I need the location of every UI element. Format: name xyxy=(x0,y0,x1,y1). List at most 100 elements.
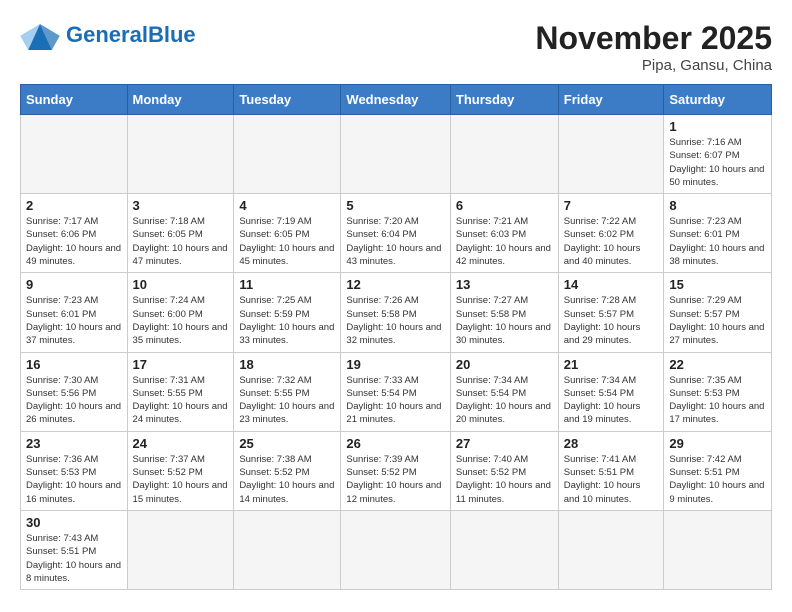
day-info: Sunrise: 7:31 AM Sunset: 5:55 PM Dayligh… xyxy=(133,374,229,427)
day-number: 24 xyxy=(133,436,229,451)
day-info: Sunrise: 7:30 AM Sunset: 5:56 PM Dayligh… xyxy=(26,374,122,427)
day-number: 12 xyxy=(346,277,444,292)
header-cell-saturday: Saturday xyxy=(664,85,772,115)
day-number: 4 xyxy=(239,198,335,213)
day-cell: 15 Sunrise: 7:29 AM Sunset: 5:57 PM Dayli… xyxy=(664,273,772,352)
day-number: 3 xyxy=(133,198,229,213)
day-cell: 14 Sunrise: 7:28 AM Sunset: 5:57 PM Dayli… xyxy=(558,273,664,352)
day-cell: 26Sunrise: 7:39 AM Sunset: 5:52 PM Dayli… xyxy=(341,431,450,510)
logo-general: General xyxy=(66,22,148,47)
day-info: Sunrise: 7:28 AM Sunset: 5:57 PM Dayligh… xyxy=(564,294,659,347)
day-number: 1 xyxy=(669,119,766,134)
day-cell: 17 Sunrise: 7:31 AM Sunset: 5:55 PM Dayli… xyxy=(127,352,234,431)
day-cell: 1 Sunrise: 7:16 AM Sunset: 6:07 PM Daylig… xyxy=(664,115,772,194)
day-cell: 3Sunrise: 7:18 AM Sunset: 6:05 PM Daylig… xyxy=(127,194,234,273)
day-info: Sunrise: 7:17 AM Sunset: 6:06 PM Dayligh… xyxy=(26,215,122,268)
header-cell-wednesday: Wednesday xyxy=(341,85,450,115)
day-info: Sunrise: 7:40 AM Sunset: 5:52 PM Dayligh… xyxy=(456,453,553,506)
day-cell: 28 Sunrise: 7:41 AM Sunset: 5:51 PM Dayli… xyxy=(558,431,664,510)
day-number: 22 xyxy=(669,357,766,372)
day-info: Sunrise: 7:23 AM Sunset: 6:01 PM Dayligh… xyxy=(669,215,766,268)
day-number: 11 xyxy=(239,277,335,292)
week-row-0: 1 Sunrise: 7:16 AM Sunset: 6:07 PM Daylig… xyxy=(21,115,772,194)
day-number: 17 xyxy=(133,357,229,372)
day-number: 18 xyxy=(239,357,335,372)
day-number: 25 xyxy=(239,436,335,451)
day-cell xyxy=(450,510,558,589)
day-info: Sunrise: 7:36 AM Sunset: 5:53 PM Dayligh… xyxy=(26,453,122,506)
day-cell: 30Sunrise: 7:43 AM Sunset: 5:51 PM Dayli… xyxy=(21,510,128,589)
day-cell xyxy=(558,115,664,194)
day-number: 13 xyxy=(456,277,553,292)
day-info: Sunrise: 7:16 AM Sunset: 6:07 PM Dayligh… xyxy=(669,136,766,189)
day-info: Sunrise: 7:41 AM Sunset: 5:51 PM Dayligh… xyxy=(564,453,659,506)
day-number: 16 xyxy=(26,357,122,372)
day-cell xyxy=(127,115,234,194)
day-number: 5 xyxy=(346,198,444,213)
day-cell: 4Sunrise: 7:19 AM Sunset: 6:05 PM Daylig… xyxy=(234,194,341,273)
day-cell: 29 Sunrise: 7:42 AM Sunset: 5:51 PM Dayli… xyxy=(664,431,772,510)
day-number: 30 xyxy=(26,515,122,530)
week-row-2: 9Sunrise: 7:23 AM Sunset: 6:01 PM Daylig… xyxy=(21,273,772,352)
day-cell: 12 Sunrise: 7:26 AM Sunset: 5:58 PM Dayli… xyxy=(341,273,450,352)
day-cell: 23 Sunrise: 7:36 AM Sunset: 5:53 PM Dayli… xyxy=(21,431,128,510)
header-cell-tuesday: Tuesday xyxy=(234,85,341,115)
day-cell: 18 Sunrise: 7:32 AM Sunset: 5:55 PM Dayli… xyxy=(234,352,341,431)
day-number: 2 xyxy=(26,198,122,213)
day-info: Sunrise: 7:35 AM Sunset: 5:53 PM Dayligh… xyxy=(669,374,766,427)
title-block: November 2025 Pipa, Gansu, China xyxy=(535,20,772,74)
day-cell xyxy=(127,510,234,589)
week-row-5: 30Sunrise: 7:43 AM Sunset: 5:51 PM Dayli… xyxy=(21,510,772,589)
day-cell: 27Sunrise: 7:40 AM Sunset: 5:52 PM Dayli… xyxy=(450,431,558,510)
day-number: 9 xyxy=(26,277,122,292)
day-cell: 16 Sunrise: 7:30 AM Sunset: 5:56 PM Dayli… xyxy=(21,352,128,431)
day-number: 23 xyxy=(26,436,122,451)
location: Pipa, Gansu, China xyxy=(535,57,772,74)
day-number: 8 xyxy=(669,198,766,213)
day-info: Sunrise: 7:37 AM Sunset: 5:52 PM Dayligh… xyxy=(133,453,229,506)
day-info: Sunrise: 7:34 AM Sunset: 5:54 PM Dayligh… xyxy=(456,374,553,427)
month-year: November 2025 xyxy=(535,20,772,57)
day-cell xyxy=(234,115,341,194)
day-info: Sunrise: 7:29 AM Sunset: 5:57 PM Dayligh… xyxy=(669,294,766,347)
header-cell-monday: Monday xyxy=(127,85,234,115)
day-number: 21 xyxy=(564,357,659,372)
header-cell-sunday: Sunday xyxy=(21,85,128,115)
day-info: Sunrise: 7:24 AM Sunset: 6:00 PM Dayligh… xyxy=(133,294,229,347)
day-info: Sunrise: 7:25 AM Sunset: 5:59 PM Dayligh… xyxy=(239,294,335,347)
day-number: 14 xyxy=(564,277,659,292)
day-cell: 24 Sunrise: 7:37 AM Sunset: 5:52 PM Dayli… xyxy=(127,431,234,510)
day-info: Sunrise: 7:39 AM Sunset: 5:52 PM Dayligh… xyxy=(346,453,444,506)
day-info: Sunrise: 7:42 AM Sunset: 5:51 PM Dayligh… xyxy=(669,453,766,506)
day-cell: 25 Sunrise: 7:38 AM Sunset: 5:52 PM Dayli… xyxy=(234,431,341,510)
day-number: 15 xyxy=(669,277,766,292)
day-cell: 13 Sunrise: 7:27 AM Sunset: 5:58 PM Dayli… xyxy=(450,273,558,352)
day-info: Sunrise: 7:33 AM Sunset: 5:54 PM Dayligh… xyxy=(346,374,444,427)
day-cell: 8 Sunrise: 7:23 AM Sunset: 6:01 PM Daylig… xyxy=(664,194,772,273)
day-number: 29 xyxy=(669,436,766,451)
day-cell: 11 Sunrise: 7:25 AM Sunset: 5:59 PM Dayli… xyxy=(234,273,341,352)
day-number: 7 xyxy=(564,198,659,213)
day-info: Sunrise: 7:22 AM Sunset: 6:02 PM Dayligh… xyxy=(564,215,659,268)
day-cell xyxy=(450,115,558,194)
day-info: Sunrise: 7:27 AM Sunset: 5:58 PM Dayligh… xyxy=(456,294,553,347)
day-number: 28 xyxy=(564,436,659,451)
day-cell: 20Sunrise: 7:34 AM Sunset: 5:54 PM Dayli… xyxy=(450,352,558,431)
day-number: 19 xyxy=(346,357,444,372)
week-row-1: 2 Sunrise: 7:17 AM Sunset: 6:06 PM Daylig… xyxy=(21,194,772,273)
day-info: Sunrise: 7:32 AM Sunset: 5:55 PM Dayligh… xyxy=(239,374,335,427)
day-cell: 5Sunrise: 7:20 AM Sunset: 6:04 PM Daylig… xyxy=(341,194,450,273)
header-row: SundayMondayTuesdayWednesdayThursdayFrid… xyxy=(21,85,772,115)
day-info: Sunrise: 7:38 AM Sunset: 5:52 PM Dayligh… xyxy=(239,453,335,506)
day-info: Sunrise: 7:26 AM Sunset: 5:58 PM Dayligh… xyxy=(346,294,444,347)
week-row-3: 16 Sunrise: 7:30 AM Sunset: 5:56 PM Dayli… xyxy=(21,352,772,431)
day-cell xyxy=(341,510,450,589)
day-info: Sunrise: 7:21 AM Sunset: 6:03 PM Dayligh… xyxy=(456,215,553,268)
day-cell xyxy=(664,510,772,589)
day-cell: 7 Sunrise: 7:22 AM Sunset: 6:02 PM Daylig… xyxy=(558,194,664,273)
logo: GeneralBlue xyxy=(20,20,196,50)
day-cell xyxy=(341,115,450,194)
day-cell xyxy=(558,510,664,589)
day-info: Sunrise: 7:34 AM Sunset: 5:54 PM Dayligh… xyxy=(564,374,659,427)
day-cell: 9Sunrise: 7:23 AM Sunset: 6:01 PM Daylig… xyxy=(21,273,128,352)
